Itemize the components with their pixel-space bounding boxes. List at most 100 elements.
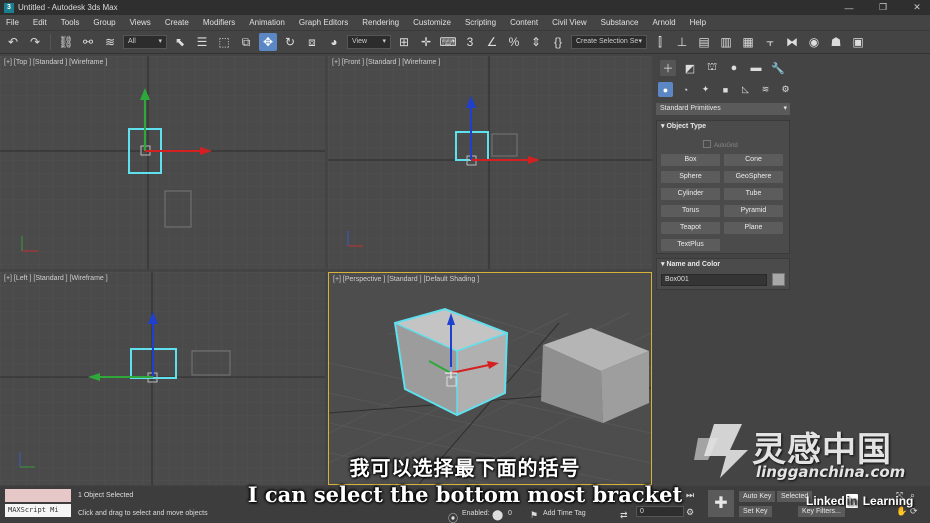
geosphere-button[interactable]: GeoSphere <box>724 171 783 183</box>
menu-create[interactable]: Create <box>165 18 189 27</box>
keyboard-shortcut-override-icon[interactable]: ⌨ <box>439 33 457 51</box>
toggle-layer-explorer-icon[interactable]: ▥ <box>717 33 735 51</box>
menu-arnold[interactable]: Arnold <box>652 18 675 27</box>
motion-tab-icon[interactable]: ● <box>726 60 742 76</box>
menu-tools[interactable]: Tools <box>61 18 80 27</box>
render-frame-window-icon[interactable]: ▣ <box>849 33 867 51</box>
plane-button[interactable]: Plane <box>724 222 783 234</box>
schematic-view-icon[interactable]: ⧓ <box>783 33 801 51</box>
menu-modifiers[interactable]: Modifiers <box>203 18 235 27</box>
menu-scripting[interactable]: Scripting <box>465 18 496 27</box>
toggle-scene-explorer-icon[interactable]: ▤ <box>695 33 713 51</box>
undo-icon[interactable]: ↶ <box>4 33 22 51</box>
move-icon[interactable]: ✥ <box>259 33 277 51</box>
object-type-header[interactable]: Object Type <box>657 121 789 133</box>
textplus-button[interactable]: TextPlus <box>661 239 720 251</box>
object-name-field[interactable]: Box001 <box>661 274 767 286</box>
selection-filter-value: All <box>128 38 136 45</box>
link-icon[interactable]: ⛓ <box>57 33 75 51</box>
tube-button[interactable]: Tube <box>724 188 783 200</box>
torus-button[interactable]: Torus <box>661 205 720 217</box>
snaps-toggle-icon[interactable]: 3 <box>461 33 479 51</box>
named-selection-dropdown[interactable]: Create Selection Se ▾ <box>571 35 647 49</box>
bind-space-warp-icon[interactable]: ≋ <box>101 33 119 51</box>
unlink-icon[interactable]: ⚯ <box>79 33 97 51</box>
hierarchy-tab-icon[interactable]: ⛫ <box>704 60 720 76</box>
name-and-color-header[interactable]: Name and Color <box>657 259 789 271</box>
rectangle-selection-icon[interactable]: ⬚ <box>215 33 233 51</box>
window-crossing-icon[interactable]: ⧉ <box>237 33 255 51</box>
viewport-label-top[interactable]: [+] [Top ] [Standard ] [Wireframe ] <box>4 59 107 66</box>
pyramid-button[interactable]: Pyramid <box>724 205 783 217</box>
spinner-snap-icon[interactable]: ⇕ <box>527 33 545 51</box>
menu-views[interactable]: Views <box>130 18 151 27</box>
menu-content[interactable]: Content <box>510 18 538 27</box>
selection-filter-dropdown[interactable]: All ▾ <box>123 35 167 49</box>
menu-group[interactable]: Group <box>93 18 115 27</box>
render-setup-icon[interactable]: ☗ <box>827 33 845 51</box>
menu-file[interactable]: File <box>6 18 19 27</box>
menu-civil-view[interactable]: Civil View <box>552 18 587 27</box>
redo-icon[interactable]: ↷ <box>26 33 44 51</box>
menu-customize[interactable]: Customize <box>413 18 451 27</box>
angle-snap-icon[interactable]: ∠ <box>483 33 501 51</box>
restore-icon[interactable]: ❐ <box>876 2 890 13</box>
viewport-label-front[interactable]: [+] [Front ] [Standard ] [Wireframe ] <box>332 59 440 66</box>
time-tag-icon[interactable]: ⚑ <box>530 510 538 521</box>
material-editor-icon[interactable]: ◉ <box>805 33 823 51</box>
isolate-selection-icon[interactable]: ⦿ <box>448 510 458 523</box>
scale-icon[interactable]: ⧈ <box>303 33 321 51</box>
rotate-icon[interactable]: ↻ <box>281 33 299 51</box>
sphere-button[interactable]: Sphere <box>661 171 720 183</box>
pivot-center-icon[interactable]: ⊞ <box>395 33 413 51</box>
toggle-ribbon-icon[interactable]: ▦ <box>739 33 757 51</box>
autogrid-checkbox[interactable]: AutoGrid <box>703 140 738 149</box>
geometry-icon[interactable]: ● <box>658 82 673 97</box>
reference-coord-dropdown[interactable]: View ▾ <box>347 35 391 49</box>
viewport-front[interactable]: [+] [Front ] [Standard ] [Wireframe ] <box>328 56 652 269</box>
teapot-button[interactable]: Teapot <box>661 222 720 234</box>
mirror-icon[interactable]: ⫿ <box>651 33 669 51</box>
align-icon[interactable]: ⊥ <box>673 33 691 51</box>
menu-help[interactable]: Help <box>690 18 706 27</box>
lights-icon[interactable]: ✦ <box>698 82 713 97</box>
select-by-name-icon[interactable]: ☰ <box>193 33 211 51</box>
cameras-icon[interactable]: ■ <box>718 82 733 97</box>
shapes-icon[interactable]: ◔ <box>678 82 693 97</box>
current-frame-field[interactable]: 0 <box>636 506 684 517</box>
time-config-icon[interactable]: ⚙ <box>686 507 694 518</box>
viewport-label-left[interactable]: [+] [Left ] [Standard ] [Wireframe ] <box>4 275 108 282</box>
create-tab-icon[interactable]: ＋ <box>660 60 676 76</box>
select-object-icon[interactable]: ⬉ <box>171 33 189 51</box>
close-icon[interactable]: ✕ <box>910 2 924 13</box>
set-key-button[interactable]: Set Key <box>739 506 772 517</box>
viewport-label-perspective[interactable]: [+] [Perspective ] [Standard ] [Default … <box>333 276 479 283</box>
space-warps-icon[interactable]: ≋ <box>758 82 773 97</box>
menu-substance[interactable]: Substance <box>601 18 639 27</box>
menu-animation[interactable]: Animation <box>249 18 285 27</box>
placement-icon[interactable]: ◕ <box>325 33 343 51</box>
curve-editor-icon[interactable]: ⫟ <box>761 33 779 51</box>
enabled-toggle-icon[interactable]: ⬤ <box>492 510 503 521</box>
viewport-top[interactable]: [+] [Top ] [Standard ] [Wireframe ] <box>0 56 325 269</box>
select-manipulate-icon[interactable]: ✛ <box>417 33 435 51</box>
menu-graph-editors[interactable]: Graph Editors <box>299 18 348 27</box>
subtitle-chinese: 我可以选择最下面的括号 <box>349 456 581 480</box>
systems-icon[interactable]: ⚙ <box>778 82 793 97</box>
display-tab-icon[interactable]: ▬ <box>748 60 764 76</box>
cylinder-button[interactable]: Cylinder <box>661 188 720 200</box>
menu-rendering[interactable]: Rendering <box>362 18 399 27</box>
helpers-icon[interactable]: ◺ <box>738 82 753 97</box>
menu-edit[interactable]: Edit <box>33 18 47 27</box>
primitive-category-dropdown[interactable]: Standard Primitives <box>656 103 790 115</box>
add-time-tag[interactable]: Add Time Tag <box>543 510 586 517</box>
object-color-swatch[interactable] <box>772 273 785 286</box>
minimize-icon[interactable]: — <box>842 3 856 13</box>
percent-snap-icon[interactable]: % <box>505 33 523 51</box>
modify-tab-icon[interactable]: ◩ <box>682 60 698 76</box>
key-mode-icon[interactable]: ⇄ <box>620 510 628 521</box>
edit-named-selection-icon[interactable]: {} <box>549 33 567 51</box>
cone-button[interactable]: Cone <box>724 154 783 166</box>
box-button[interactable]: Box <box>661 154 720 166</box>
utilities-tab-icon[interactable]: 🔧 <box>770 60 786 76</box>
